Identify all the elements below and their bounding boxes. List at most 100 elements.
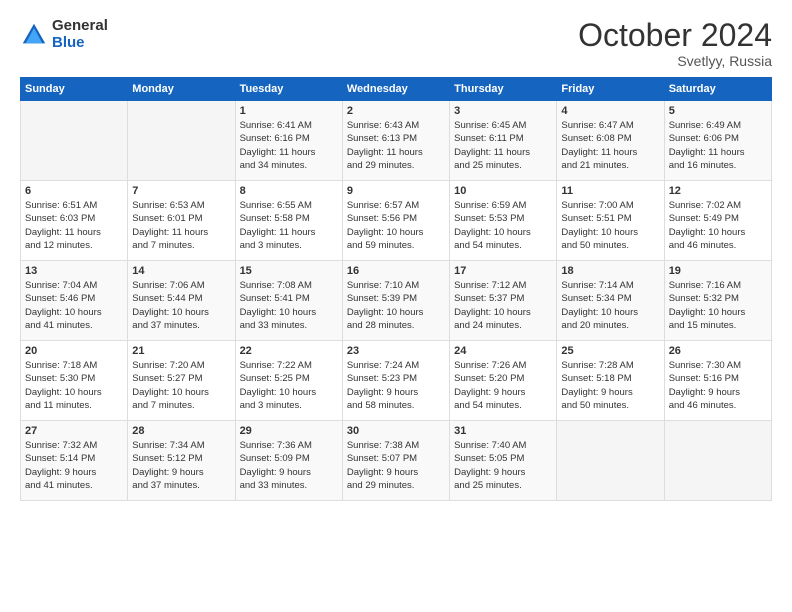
table-row: 29 Sunrise: 7:36 AMSunset: 5:09 PMDayligh…: [235, 421, 342, 501]
table-row: 22Sunrise: 7:22 AMSunset: 5:25 PMDayligh…: [235, 341, 342, 421]
day-number: 23: [347, 345, 445, 357]
cell-content: Sunrise: 7:20 AMSunset: 5:27 PMDaylight:…: [132, 359, 230, 412]
cell-content: Sunrise: 6:45 AMSunset: 6:11 PMDaylight:…: [454, 119, 552, 172]
cell-content: Sunrise: 6:55 AMSunset: 5:58 PMDaylight:…: [240, 199, 338, 252]
table-row: 6Sunrise: 6:51 AMSunset: 6:03 PMDaylight…: [21, 181, 128, 261]
day-number: 9: [347, 185, 445, 197]
day-number: 1: [240, 105, 338, 117]
table-row: 18 Sunrise: 7:14 AMSunset: 5:34 PMDayligh…: [557, 261, 664, 341]
cell-content: Sunrise: 7:04 AMSunset: 5:46 PMDaylight:…: [25, 279, 123, 332]
day-number: 4: [561, 105, 659, 117]
logo-blue-text: Blue: [52, 35, 108, 52]
day-number: 22: [240, 345, 338, 357]
table-row: 31 Sunrise: 7:40 AMSunset: 5:05 PMDayligh…: [450, 421, 557, 501]
table-row: 20 Sunrise: 7:18 AMSunset: 5:30 PMDayligh…: [21, 341, 128, 421]
title-block: October 2024 Svetlyy, Russia: [578, 18, 772, 69]
logo-general-text: General: [52, 18, 108, 35]
calendar-header: Sunday Monday Tuesday Wednesday Thursday…: [21, 78, 772, 101]
table-row: 3Sunrise: 6:45 AMSunset: 6:11 PMDaylight…: [450, 101, 557, 181]
header-wednesday: Wednesday: [342, 78, 449, 101]
cell-content: Sunrise: 6:53 AMSunset: 6:01 PMDaylight:…: [132, 199, 230, 252]
cell-content: Sunrise: 6:51 AMSunset: 6:03 PMDaylight:…: [25, 199, 123, 252]
day-number: 12: [669, 185, 767, 197]
day-number: 19: [669, 265, 767, 277]
table-row: [664, 421, 771, 501]
page: General Blue October 2024 Svetlyy, Russi…: [0, 0, 792, 511]
header-saturday: Saturday: [664, 78, 771, 101]
cell-content: Sunrise: 6:59 AMSunset: 5:53 PMDaylight:…: [454, 199, 552, 252]
table-row: 17 Sunrise: 7:12 AMSunset: 5:37 PMDayligh…: [450, 261, 557, 341]
table-row: 30Sunrise: 7:38 AMSunset: 5:07 PMDayligh…: [342, 421, 449, 501]
table-row: 5 Sunrise: 6:49 AMSunset: 6:06 PMDaylight…: [664, 101, 771, 181]
cell-content: Sunrise: 7:26 AMSunset: 5:20 PMDaylight:…: [454, 359, 552, 412]
day-number: 14: [132, 265, 230, 277]
day-number: 2: [347, 105, 445, 117]
table-row: 15 Sunrise: 7:08 AMSunset: 5:41 PMDayligh…: [235, 261, 342, 341]
cell-content: Sunrise: 7:32 AMSunset: 5:14 PMDaylight:…: [25, 439, 123, 492]
logo-text: General Blue: [52, 18, 108, 51]
table-row: 9 Sunrise: 6:57 AMSunset: 5:56 PMDaylight…: [342, 181, 449, 261]
table-row: 2Sunrise: 6:43 AMSunset: 6:13 PMDaylight…: [342, 101, 449, 181]
cell-content: Sunrise: 7:00 AMSunset: 5:51 PMDaylight:…: [561, 199, 659, 252]
header-tuesday: Tuesday: [235, 78, 342, 101]
table-row: 8 Sunrise: 6:55 AMSunset: 5:58 PMDaylight…: [235, 181, 342, 261]
header-thursday: Thursday: [450, 78, 557, 101]
day-number: 21: [132, 345, 230, 357]
day-number: 13: [25, 265, 123, 277]
cell-content: Sunrise: 7:34 AMSunset: 5:12 PMDaylight:…: [132, 439, 230, 492]
cell-content: Sunrise: 7:38 AMSunset: 5:07 PMDaylight:…: [347, 439, 445, 492]
cell-content: Sunrise: 7:10 AMSunset: 5:39 PMDaylight:…: [347, 279, 445, 332]
day-number: 8: [240, 185, 338, 197]
table-row: [557, 421, 664, 501]
logo: General Blue: [20, 18, 108, 51]
day-number: 18: [561, 265, 659, 277]
day-number: 7: [132, 185, 230, 197]
table-row: 23 Sunrise: 7:24 AMSunset: 5:23 PMDayligh…: [342, 341, 449, 421]
header-friday: Friday: [557, 78, 664, 101]
table-row: 12 Sunrise: 7:02 AMSunset: 5:49 PMDayligh…: [664, 181, 771, 261]
table-row: 26Sunrise: 7:30 AMSunset: 5:16 PMDayligh…: [664, 341, 771, 421]
table-row: 24 Sunrise: 7:26 AMSunset: 5:20 PMDayligh…: [450, 341, 557, 421]
day-number: 10: [454, 185, 552, 197]
table-row: 10 Sunrise: 6:59 AMSunset: 5:53 PMDayligh…: [450, 181, 557, 261]
table-row: [128, 101, 235, 181]
day-number: 26: [669, 345, 767, 357]
day-number: 29: [240, 425, 338, 437]
cell-content: Sunrise: 7:40 AMSunset: 5:05 PMDaylight:…: [454, 439, 552, 492]
cell-content: Sunrise: 6:41 AMSunset: 6:16 PMDaylight:…: [240, 119, 338, 172]
cell-content: Sunrise: 7:08 AMSunset: 5:41 PMDaylight:…: [240, 279, 338, 332]
header: General Blue October 2024 Svetlyy, Russi…: [20, 18, 772, 69]
cell-content: Sunrise: 7:14 AMSunset: 5:34 PMDaylight:…: [561, 279, 659, 332]
day-number: 24: [454, 345, 552, 357]
day-number: 15: [240, 265, 338, 277]
cell-content: Sunrise: 6:57 AMSunset: 5:56 PMDaylight:…: [347, 199, 445, 252]
table-row: 21 Sunrise: 7:20 AMSunset: 5:27 PMDayligh…: [128, 341, 235, 421]
cell-content: Sunrise: 7:36 AMSunset: 5:09 PMDaylight:…: [240, 439, 338, 492]
day-number: 20: [25, 345, 123, 357]
day-number: 27: [25, 425, 123, 437]
table-row: 13 Sunrise: 7:04 AMSunset: 5:46 PMDayligh…: [21, 261, 128, 341]
table-row: 25 Sunrise: 7:28 AMSunset: 5:18 PMDayligh…: [557, 341, 664, 421]
day-number: 31: [454, 425, 552, 437]
month-title: October 2024: [578, 18, 772, 53]
header-monday: Monday: [128, 78, 235, 101]
day-number: 5: [669, 105, 767, 117]
day-number: 28: [132, 425, 230, 437]
table-row: [21, 101, 128, 181]
cell-content: Sunrise: 7:28 AMSunset: 5:18 PMDaylight:…: [561, 359, 659, 412]
cell-content: Sunrise: 7:06 AMSunset: 5:44 PMDaylight:…: [132, 279, 230, 332]
day-number: 17: [454, 265, 552, 277]
table-row: 27 Sunrise: 7:32 AMSunset: 5:14 PMDayligh…: [21, 421, 128, 501]
calendar-table: Sunday Monday Tuesday Wednesday Thursday…: [20, 77, 772, 501]
cell-content: Sunrise: 6:49 AMSunset: 6:06 PMDaylight:…: [669, 119, 767, 172]
cell-content: Sunrise: 7:12 AMSunset: 5:37 PMDaylight:…: [454, 279, 552, 332]
day-number: 25: [561, 345, 659, 357]
cell-content: Sunrise: 7:16 AMSunset: 5:32 PMDaylight:…: [669, 279, 767, 332]
table-row: 16Sunrise: 7:10 AMSunset: 5:39 PMDayligh…: [342, 261, 449, 341]
table-row: 4Sunrise: 6:47 AMSunset: 6:08 PMDaylight…: [557, 101, 664, 181]
table-row: 28 Sunrise: 7:34 AMSunset: 5:12 PMDayligh…: [128, 421, 235, 501]
table-row: 1 Sunrise: 6:41 AMSunset: 6:16 PMDaylight…: [235, 101, 342, 181]
cell-content: Sunrise: 7:18 AMSunset: 5:30 PMDaylight:…: [25, 359, 123, 412]
cell-content: Sunrise: 7:24 AMSunset: 5:23 PMDaylight:…: [347, 359, 445, 412]
cell-content: Sunrise: 7:02 AMSunset: 5:49 PMDaylight:…: [669, 199, 767, 252]
